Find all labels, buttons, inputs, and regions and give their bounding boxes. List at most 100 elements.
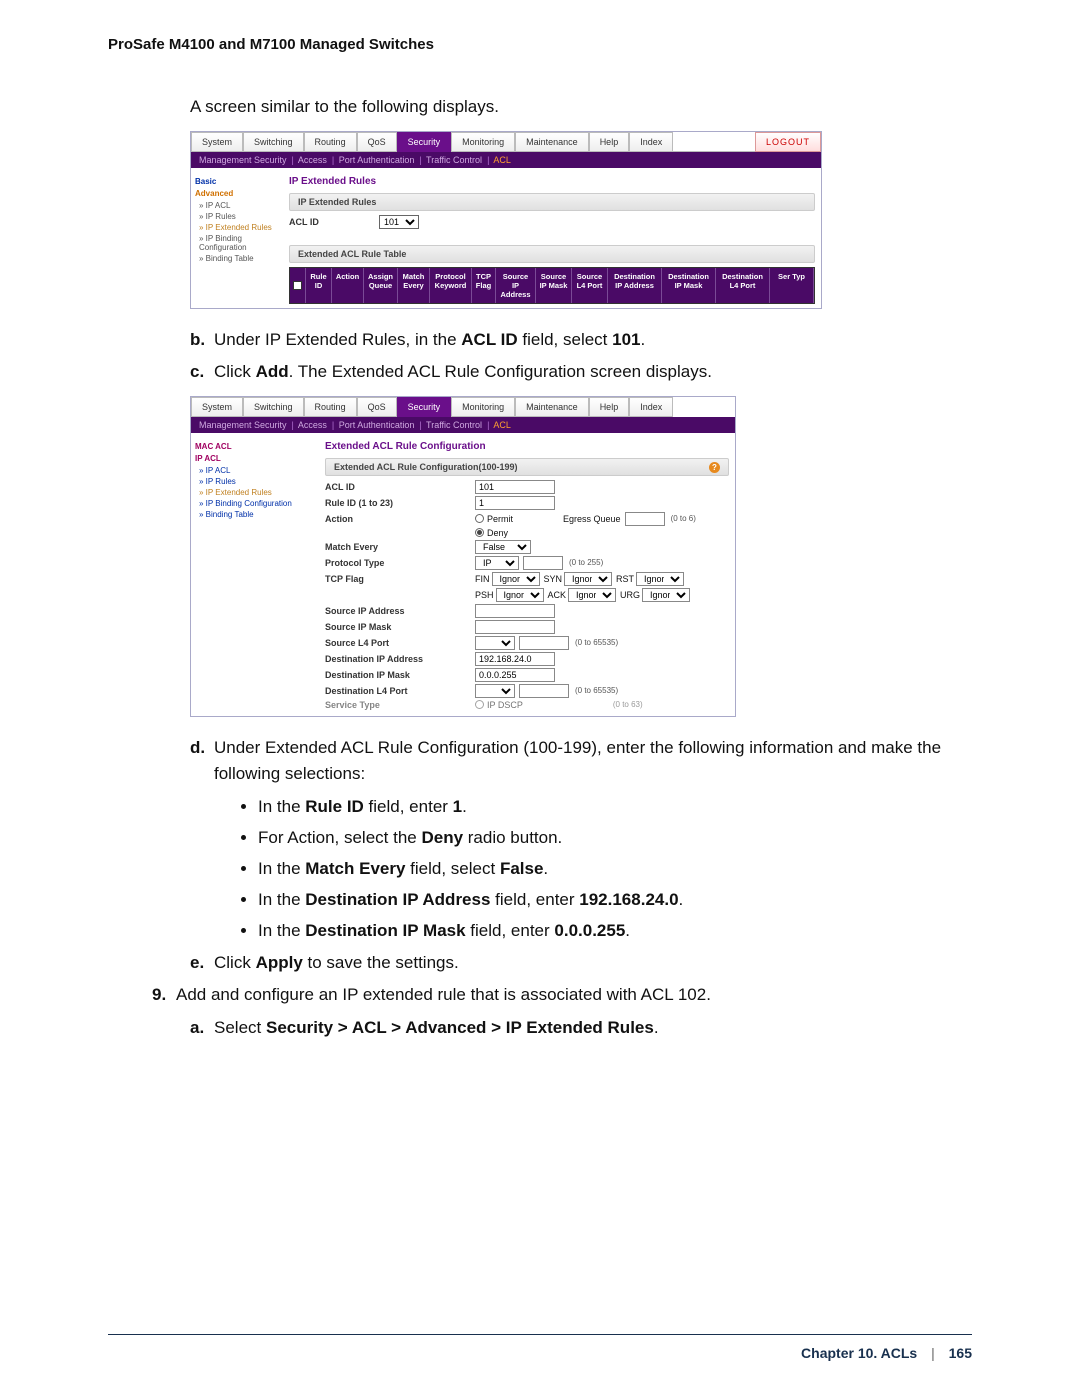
tcp-flag-label: TCP Flag	[325, 574, 475, 584]
tab-switching[interactable]: Switching	[243, 397, 304, 417]
action-permit-radio[interactable]: Permit	[475, 514, 513, 524]
subnav-item-acl[interactable]: ACL	[493, 155, 511, 165]
tab-maintenance[interactable]: Maintenance	[515, 132, 589, 152]
subnav-item[interactable]: Port Authentication	[339, 155, 415, 165]
protocol-type-input[interactable]	[523, 556, 563, 570]
acl-id-select[interactable]: 101	[379, 215, 419, 229]
side-item[interactable]: » IP Rules	[199, 212, 279, 221]
screenshot-extended-acl-rule-config: System Switching Routing QoS Security Mo…	[190, 396, 736, 717]
section-title: Extended ACL Rule Configuration	[325, 441, 729, 452]
tab-qos[interactable]: QoS	[357, 132, 397, 152]
rule-id-label: Rule ID (1 to 23)	[325, 498, 475, 508]
flag-ack-select[interactable]: Ignore	[568, 588, 616, 602]
side-nav: MAC ACL IP ACL » IP ACL » IP Rules » IP …	[191, 433, 319, 716]
tab-qos[interactable]: QoS	[357, 397, 397, 417]
col-protocol-keyword: Protocol Keyword	[430, 268, 472, 303]
subnav-item[interactable]: Traffic Control	[426, 155, 482, 165]
step-d-bullets: In the Rule ID field, enter 1. For Actio…	[258, 793, 972, 945]
side-item[interactable]: » Binding Table	[199, 510, 315, 519]
src-port-range: (0 to 65535)	[575, 638, 618, 647]
protocol-type-select[interactable]: IP	[475, 556, 519, 570]
flag-psh-select[interactable]: Ignore	[496, 588, 544, 602]
tab-routing[interactable]: Routing	[304, 397, 357, 417]
dst-mask-input[interactable]	[475, 668, 555, 682]
flag-fin-select[interactable]: Ignore	[492, 572, 540, 586]
side-item[interactable]: » IP Binding Configuration	[199, 234, 279, 252]
src-port-label: Source L4 Port	[325, 638, 475, 648]
tab-help[interactable]: Help	[589, 397, 630, 417]
subnav-item[interactable]: Traffic Control	[426, 420, 482, 430]
side-item[interactable]: » Binding Table	[199, 254, 279, 263]
egress-range: (0 to 6)	[671, 514, 696, 523]
col-checkbox[interactable]	[290, 268, 306, 303]
src-ip-input[interactable]	[475, 604, 555, 618]
tab-index[interactable]: Index	[629, 397, 673, 417]
service-type-dscp-radio[interactable]: IP DSCP	[475, 700, 523, 710]
side-item[interactable]: » IP Binding Configuration	[199, 499, 315, 508]
subnav-item[interactable]: Access	[298, 155, 327, 165]
tab-help[interactable]: Help	[589, 132, 630, 152]
dst-ip-label: Destination IP Address	[325, 654, 475, 664]
col-src-ip: Source IP Address	[496, 268, 536, 303]
running-head: ProSafe M4100 and M7100 Managed Switches	[108, 36, 972, 53]
rule-id-input[interactable]	[475, 496, 555, 510]
dst-port-label: Destination L4 Port	[325, 686, 475, 696]
flag-rst: RST	[616, 574, 634, 584]
flag-psh: PSH	[475, 590, 494, 600]
subnav-item-acl[interactable]: ACL	[493, 420, 511, 430]
egress-queue-label: Egress Queue	[563, 514, 621, 524]
col-rule-id: Rule ID	[306, 268, 332, 303]
side-item[interactable]: » IP ACL	[199, 201, 279, 210]
acl-rule-table-header: Rule ID Action Assign Queue Match Every …	[289, 267, 815, 304]
subnav-item[interactable]: Management Security	[199, 420, 287, 430]
src-mask-input[interactable]	[475, 620, 555, 634]
tab-security[interactable]: Security	[397, 397, 452, 417]
egress-queue-input[interactable]	[625, 512, 665, 526]
match-every-select[interactable]: False	[475, 540, 531, 554]
help-icon[interactable]: ?	[709, 462, 720, 473]
acl-id-label: ACL ID	[325, 482, 475, 492]
tab-monitoring[interactable]: Monitoring	[451, 397, 515, 417]
action-deny-radio[interactable]: Deny	[475, 528, 508, 538]
protocol-range: (0 to 255)	[569, 558, 603, 567]
tab-security[interactable]: Security	[397, 132, 452, 152]
protocol-type-label: Protocol Type	[325, 558, 475, 568]
top-tabs: System Switching Routing QoS Security Mo…	[191, 132, 821, 152]
intro-line: A screen similar to the following displa…	[190, 97, 972, 117]
dst-port-select[interactable]	[475, 684, 515, 698]
src-port-select[interactable]	[475, 636, 515, 650]
subnav-item[interactable]: Port Authentication	[339, 420, 415, 430]
flag-syn-select[interactable]: Ignore	[564, 572, 612, 586]
tab-monitoring[interactable]: Monitoring	[451, 132, 515, 152]
bullet-dst-ip: In the Destination IP Address field, ent…	[258, 886, 972, 915]
dst-ip-input[interactable]	[475, 652, 555, 666]
side-head-basic: Basic	[195, 177, 279, 186]
bar-ext-acl-config: Extended ACL Rule Configuration(100-199)…	[325, 458, 729, 476]
match-every-label: Match Every	[325, 542, 475, 552]
flag-ack: ACK	[548, 590, 567, 600]
tab-maintenance[interactable]: Maintenance	[515, 397, 589, 417]
tab-system[interactable]: System	[191, 132, 243, 152]
section-title: IP Extended Rules	[289, 176, 815, 187]
subnav-item[interactable]: Management Security	[199, 155, 287, 165]
tab-switching[interactable]: Switching	[243, 132, 304, 152]
dst-port-input[interactable]	[519, 684, 569, 698]
side-item-current[interactable]: » IP Extended Rules	[199, 488, 315, 497]
subnav-item[interactable]: Access	[298, 420, 327, 430]
side-item[interactable]: » IP ACL	[199, 466, 315, 475]
tab-system[interactable]: System	[191, 397, 243, 417]
flag-syn: SYN	[544, 574, 563, 584]
side-head-advanced: Advanced	[195, 189, 279, 198]
side-item[interactable]: » IP Rules	[199, 477, 315, 486]
flag-urg-select[interactable]: Ignore	[642, 588, 690, 602]
tab-index[interactable]: Index	[629, 132, 673, 152]
col-dst-ip: Destination IP Address	[608, 268, 662, 303]
flag-rst-select[interactable]: Ignore	[636, 572, 684, 586]
acl-id-input[interactable]	[475, 480, 555, 494]
logout-button[interactable]: LOGOUT	[755, 132, 821, 152]
side-item-current[interactable]: » IP Extended Rules	[199, 223, 279, 232]
page-footer: Chapter 10. ACLs | 165	[801, 1345, 972, 1361]
tab-routing[interactable]: Routing	[304, 132, 357, 152]
step-b: b.Under IP Extended Rules, in the ACL ID…	[190, 327, 950, 353]
src-port-input[interactable]	[519, 636, 569, 650]
